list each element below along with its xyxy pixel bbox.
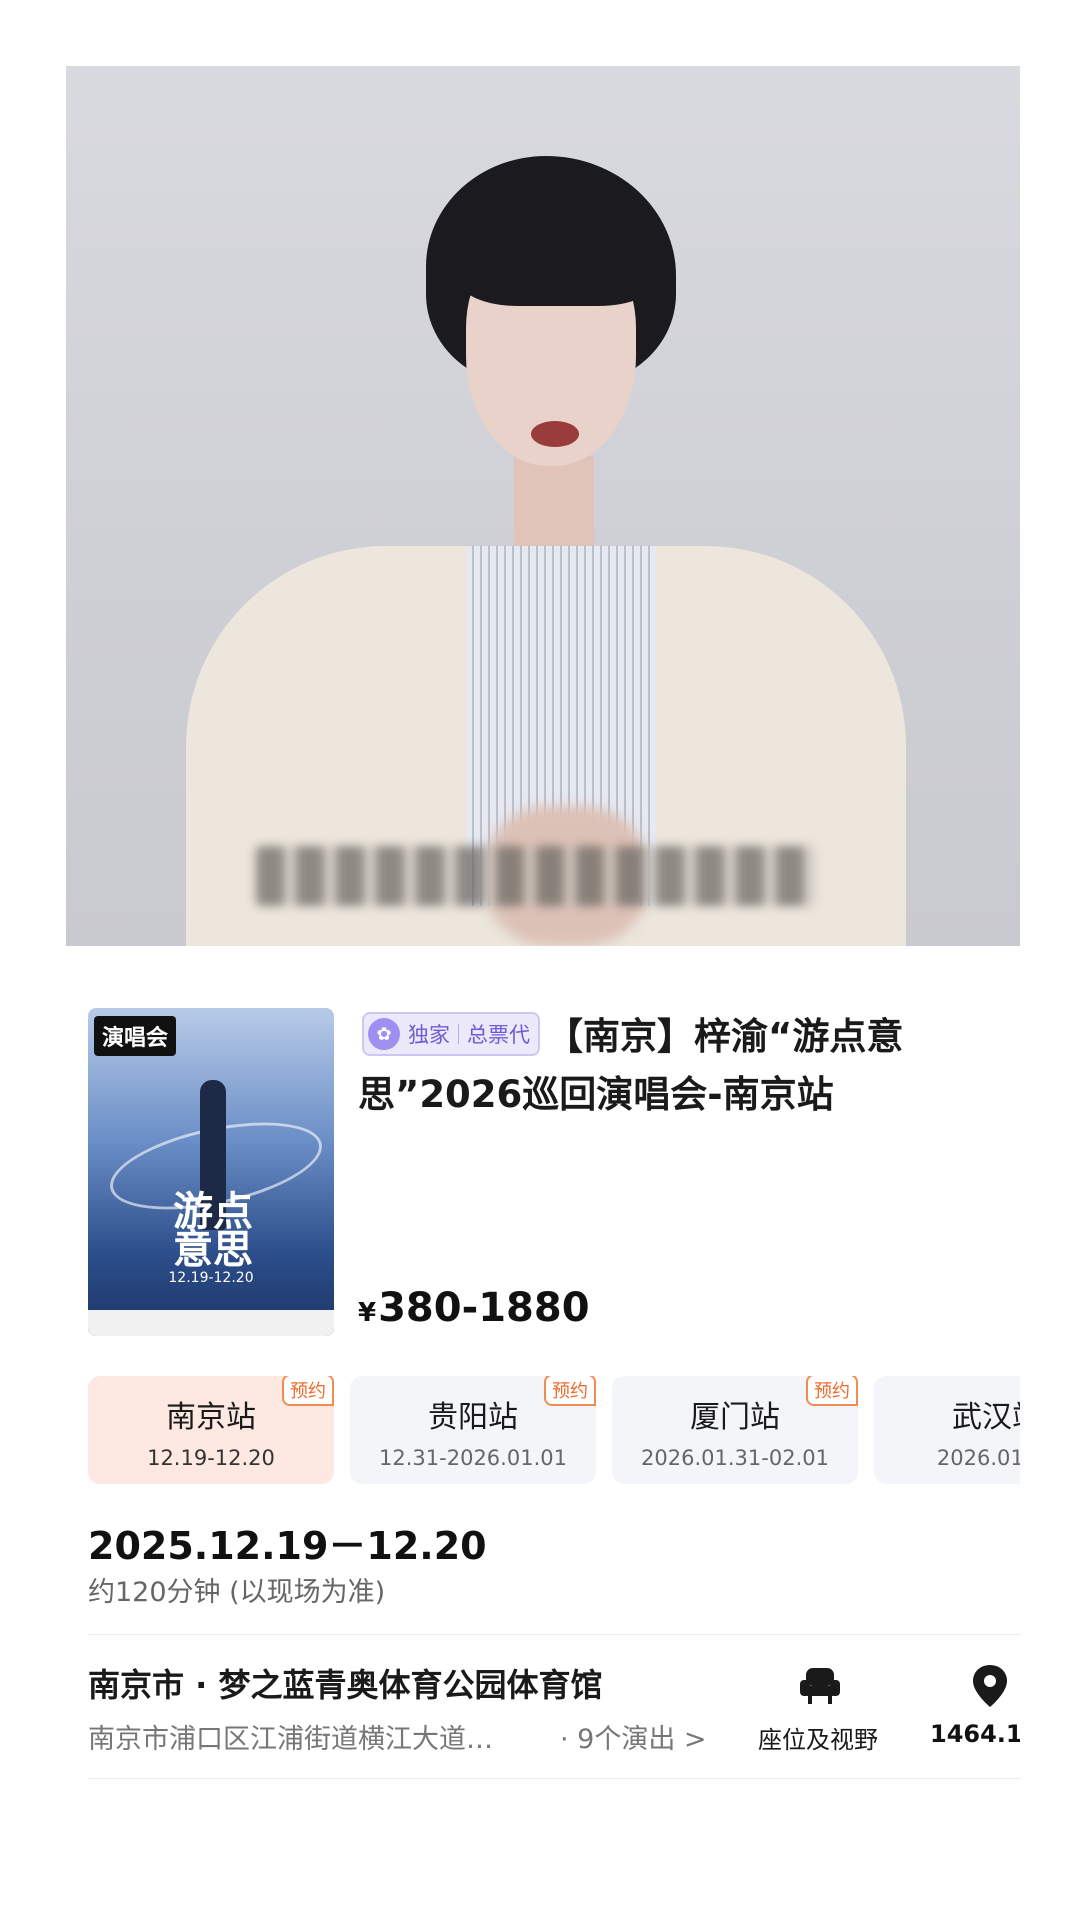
station-card-wuhan[interactable]: 武汉站 2026.01.17 (874, 1376, 1020, 1484)
hero-figure-bangs (458, 216, 658, 306)
venue-name[interactable]: 南京市 · 梦之蓝青奥体育公园体育馆 (88, 1660, 602, 1706)
poster-logo: 游点意思 (173, 1188, 253, 1273)
event-poster[interactable]: 游点意思 12.19-12.20 演唱会 (88, 1008, 334, 1336)
station-selector: 南京站 12.19-12.20 预约 贵阳站 12.31-2026.01.01 … (88, 1376, 1020, 1486)
venue-distance[interactable]: 1464.1km (930, 1720, 1020, 1748)
badge-flower-icon: ✿ (368, 1018, 400, 1050)
price-range: ¥380-1880 (358, 1285, 590, 1331)
divider (88, 1634, 1020, 1635)
event-date-range: 2025.12.19－12.20 (88, 1524, 487, 1568)
reserve-tag: 预约 (282, 1376, 334, 1406)
blurred-subtitle (256, 846, 816, 906)
hero-figure-neck (514, 456, 594, 546)
station-card-nanjing[interactable]: 南京站 12.19-12.20 预约 (88, 1376, 334, 1484)
station-dates: 12.31-2026.01.01 (379, 1446, 567, 1470)
poster-sponsor-strip (88, 1310, 334, 1336)
seat-icon[interactable] (798, 1666, 842, 1706)
badge-agent-label: 总票代 (467, 1023, 530, 1047)
hero-video-frame[interactable] (66, 66, 1020, 946)
station-card-xiamen[interactable]: 厦门站 2026.01.31-02.01 预约 (612, 1376, 858, 1484)
station-dates: 2026.01.31-02.01 (641, 1446, 829, 1470)
venue-address[interactable]: 南京市浦口区江浦街道横江大道… (88, 1717, 493, 1756)
reserve-tag: 预约 (544, 1376, 596, 1406)
venue-shows-link[interactable]: · 9个演出 > (560, 1717, 707, 1756)
category-tag: 演唱会 (94, 1016, 177, 1056)
badge-separator (458, 1024, 459, 1044)
reserve-tag: 预约 (806, 1376, 858, 1406)
seat-view-label[interactable]: 座位及视野 (758, 1720, 878, 1755)
hero-figure-mouth (531, 421, 579, 447)
badge-exclusive-label: 独家 (408, 1023, 450, 1047)
station-card-guiyang[interactable]: 贵阳站 12.31-2026.01.01 预约 (350, 1376, 596, 1484)
poster-date: 12.19-12.20 (168, 1270, 254, 1286)
exclusive-agent-badge: ✿ 独家 总票代 (362, 1012, 540, 1056)
divider (88, 1778, 1020, 1779)
station-name: 武汉站 (952, 1400, 1020, 1435)
price-value: 380-1880 (378, 1285, 590, 1331)
station-dates: 2026.01.17 (936, 1446, 1020, 1470)
station-dates: 12.19-12.20 (147, 1446, 275, 1470)
event-duration: 约120分钟 (以现场为准) (88, 1577, 386, 1608)
price-currency: ¥ (358, 1298, 377, 1328)
location-pin-icon[interactable] (970, 1663, 1010, 1709)
